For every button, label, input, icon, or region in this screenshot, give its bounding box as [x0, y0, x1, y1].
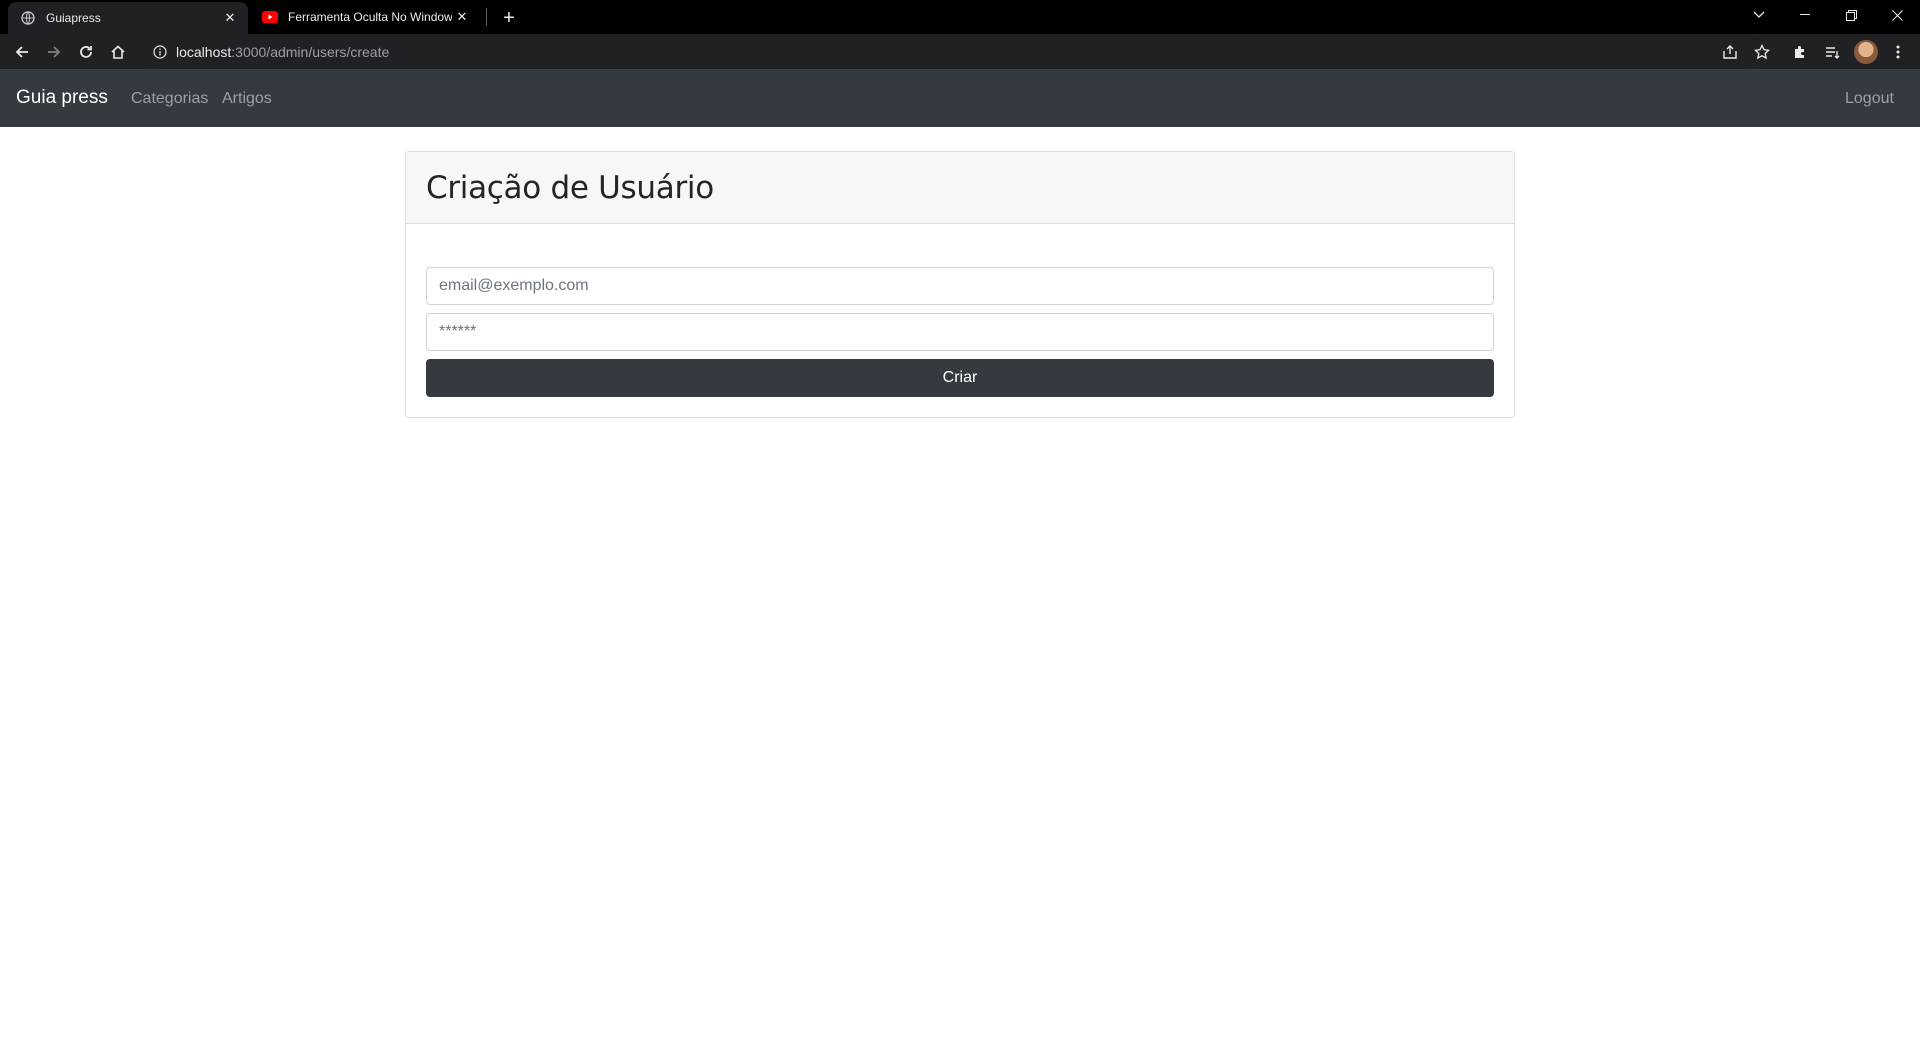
extensions-puzzle-icon[interactable]	[1786, 38, 1814, 66]
url-host: localhost	[176, 44, 232, 60]
tab-guiapress[interactable]: Guiapress ✕	[8, 2, 248, 34]
close-window-icon[interactable]	[1874, 0, 1920, 30]
reading-list-icon[interactable]	[1818, 38, 1846, 66]
back-arrow-icon[interactable]	[8, 38, 36, 66]
tab-youtube[interactable]: Ferramenta Oculta No Windows ✕	[250, 0, 480, 34]
reload-icon[interactable]	[72, 38, 100, 66]
info-icon[interactable]	[152, 44, 168, 60]
menu-kebab-icon[interactable]	[1884, 38, 1912, 66]
new-tab-icon[interactable]: +	[497, 6, 521, 30]
minimize-icon[interactable]	[1782, 0, 1828, 30]
close-tab-icon[interactable]: ✕	[452, 7, 472, 27]
tab-title: Guiapress	[46, 11, 101, 25]
navbar-brand[interactable]: Guia press	[16, 87, 108, 109]
user-create-card: Criação de Usuário Criar	[405, 151, 1515, 418]
browser-tab-strip: Guiapress ✕ Ferramenta Oculta No Windows…	[0, 0, 1920, 34]
card-header: Criação de Usuário	[406, 152, 1514, 224]
youtube-icon	[262, 9, 278, 25]
tab-title: Ferramenta Oculta No Windows	[288, 10, 452, 24]
nav-link-logout[interactable]: Logout	[1845, 90, 1894, 108]
restore-icon[interactable]	[1828, 0, 1874, 30]
email-field[interactable]	[426, 267, 1494, 305]
globe-icon	[20, 10, 36, 26]
profile-avatar[interactable]	[1854, 40, 1878, 64]
app-navbar: Guia press Categorias Artigos Logout	[0, 70, 1920, 127]
address-bar[interactable]: localhost :3000/admin/users/create	[140, 38, 1764, 66]
forward-arrow-icon[interactable]	[40, 38, 68, 66]
url-path: :3000/admin/users/create	[231, 44, 390, 60]
share-icon[interactable]	[1716, 38, 1744, 66]
card-title: Criação de Usuário	[426, 169, 714, 206]
password-field[interactable]	[426, 313, 1494, 351]
criar-button[interactable]: Criar	[426, 359, 1494, 397]
browser-toolbar: localhost :3000/admin/users/create	[0, 34, 1920, 70]
star-icon[interactable]	[1748, 38, 1776, 66]
tab-separator	[486, 8, 487, 26]
tab-search-icon[interactable]	[1736, 0, 1782, 30]
home-icon[interactable]	[104, 38, 132, 66]
nav-link-categorias[interactable]: Categorias	[131, 90, 208, 108]
nav-link-artigos[interactable]: Artigos	[222, 90, 272, 108]
close-tab-icon[interactable]: ✕	[220, 8, 240, 28]
